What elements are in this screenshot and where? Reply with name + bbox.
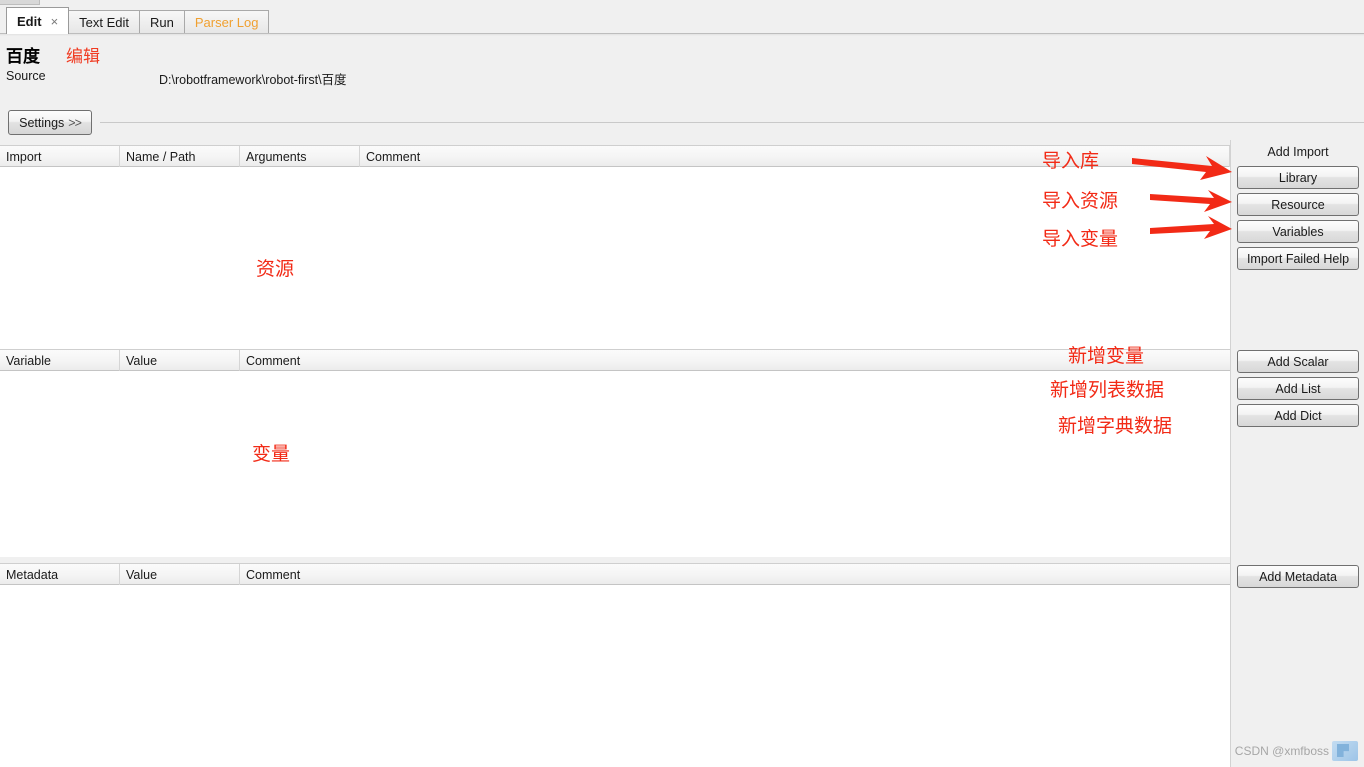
right-action-panel: Add Import Library Resource Variables Im… xyxy=(1230,140,1364,767)
source-path-value: D:\robotframework\robot-first\百度 xyxy=(159,73,347,87)
add-dict-button[interactable]: Add Dict xyxy=(1237,404,1359,427)
watermark-text: CSDN @xmfboss xyxy=(1234,744,1329,758)
variables-button[interactable]: Variables xyxy=(1237,220,1359,243)
watermark: CSDN @xmfboss xyxy=(1235,741,1358,761)
annotation-variable-area: 变量 xyxy=(252,443,291,465)
resource-button[interactable]: Resource xyxy=(1237,193,1359,216)
add-scalar-button-label: Add Scalar xyxy=(1267,354,1329,369)
tab-parser-log[interactable]: Parser Log xyxy=(183,10,270,34)
arrow-to-resource-icon xyxy=(1150,190,1232,212)
arrow-to-library-icon xyxy=(1132,156,1232,180)
variable-col-variable: Variable xyxy=(0,350,120,371)
settings-section-header: Settings >> xyxy=(0,110,1364,138)
metadata-col-comment: Comment xyxy=(246,567,301,582)
add-list-button[interactable]: Add List xyxy=(1237,377,1359,400)
settings-toggle-label: Settings xyxy=(19,115,65,130)
import-failed-help-button[interactable]: Import Failed Help xyxy=(1237,247,1359,270)
tab-list: Edit × Text Edit Run Parser Log xyxy=(6,6,270,34)
page-title: 百度 xyxy=(6,47,40,66)
source-label: Source xyxy=(6,69,46,83)
title-row: 百度 编辑 xyxy=(6,42,100,67)
add-metadata-button[interactable]: Add Metadata xyxy=(1237,565,1359,588)
tab-strip: Edit × Text Edit Run Parser Log xyxy=(0,0,1364,36)
chevron-right-icon: >> xyxy=(68,115,82,130)
metadata-col-metadata: Metadata xyxy=(0,564,120,585)
tab-run[interactable]: Run xyxy=(139,10,185,34)
annotation-import-resource: 导入资源 xyxy=(1042,190,1119,212)
add-list-button-label: Add List xyxy=(1275,381,1321,396)
import-col-name-path: Name / Path xyxy=(120,146,240,167)
variable-grid-header: Variable Value Comment xyxy=(0,350,1230,371)
annotation-edit: 编辑 xyxy=(66,47,100,66)
annotation-add-list-data: 新增列表数据 xyxy=(1050,379,1165,401)
import-col-arguments: Arguments xyxy=(240,146,360,167)
metadata-grid-body[interactable] xyxy=(0,585,1230,767)
import-col-comment: Comment xyxy=(360,146,1230,167)
settings-divider xyxy=(100,122,1364,123)
tab-edit[interactable]: Edit × xyxy=(6,7,70,34)
tab-strip-stub xyxy=(0,0,40,5)
metadata-grid[interactable]: Metadata Value Comment xyxy=(0,563,1230,767)
variable-col-value: Value xyxy=(120,350,240,371)
annotation-add-dict-data: 新增字典数据 xyxy=(1058,415,1173,437)
library-button-label: Library xyxy=(1278,170,1318,185)
annotation-resource-area: 资源 xyxy=(256,258,295,280)
variable-grid-body[interactable] xyxy=(0,371,1230,557)
csdn-logo-icon xyxy=(1332,741,1358,761)
annotation-add-variable: 新增变量 xyxy=(1068,345,1145,367)
tab-text-edit-label: Text Edit xyxy=(79,15,130,30)
add-dict-button-label: Add Dict xyxy=(1274,408,1322,423)
resource-button-label: Resource xyxy=(1271,197,1325,212)
arrow-to-variables-icon xyxy=(1150,216,1232,239)
close-icon[interactable]: × xyxy=(51,15,59,28)
variable-grid[interactable]: Variable Value Comment xyxy=(0,349,1230,557)
library-button[interactable]: Library xyxy=(1237,166,1359,189)
annotation-import-library: 导入库 xyxy=(1042,150,1100,172)
editor-header: 百度 编辑 Source D:\robotframework\robot-fir… xyxy=(0,36,1364,98)
settings-toggle-button[interactable]: Settings >> xyxy=(8,110,92,135)
metadata-col-value: Value xyxy=(120,564,240,585)
tab-text-edit[interactable]: Text Edit xyxy=(68,10,141,34)
add-metadata-button-label: Add Metadata xyxy=(1259,569,1337,584)
metadata-grid-header: Metadata Value Comment xyxy=(0,564,1230,585)
tab-edit-label: Edit xyxy=(17,13,42,29)
import-col-import: Import xyxy=(0,146,120,167)
add-scalar-button[interactable]: Add Scalar xyxy=(1237,350,1359,373)
tab-run-label: Run xyxy=(150,15,174,30)
tab-parser-log-label: Parser Log xyxy=(194,15,259,30)
ride-settings-editor: Edit × Text Edit Run Parser Log 百度 编辑 So… xyxy=(0,0,1364,767)
import-failed-help-button-label: Import Failed Help xyxy=(1246,251,1350,266)
add-import-title: Add Import xyxy=(1267,145,1329,159)
variables-button-label: Variables xyxy=(1272,224,1324,239)
annotation-import-variables: 导入变量 xyxy=(1042,228,1119,250)
